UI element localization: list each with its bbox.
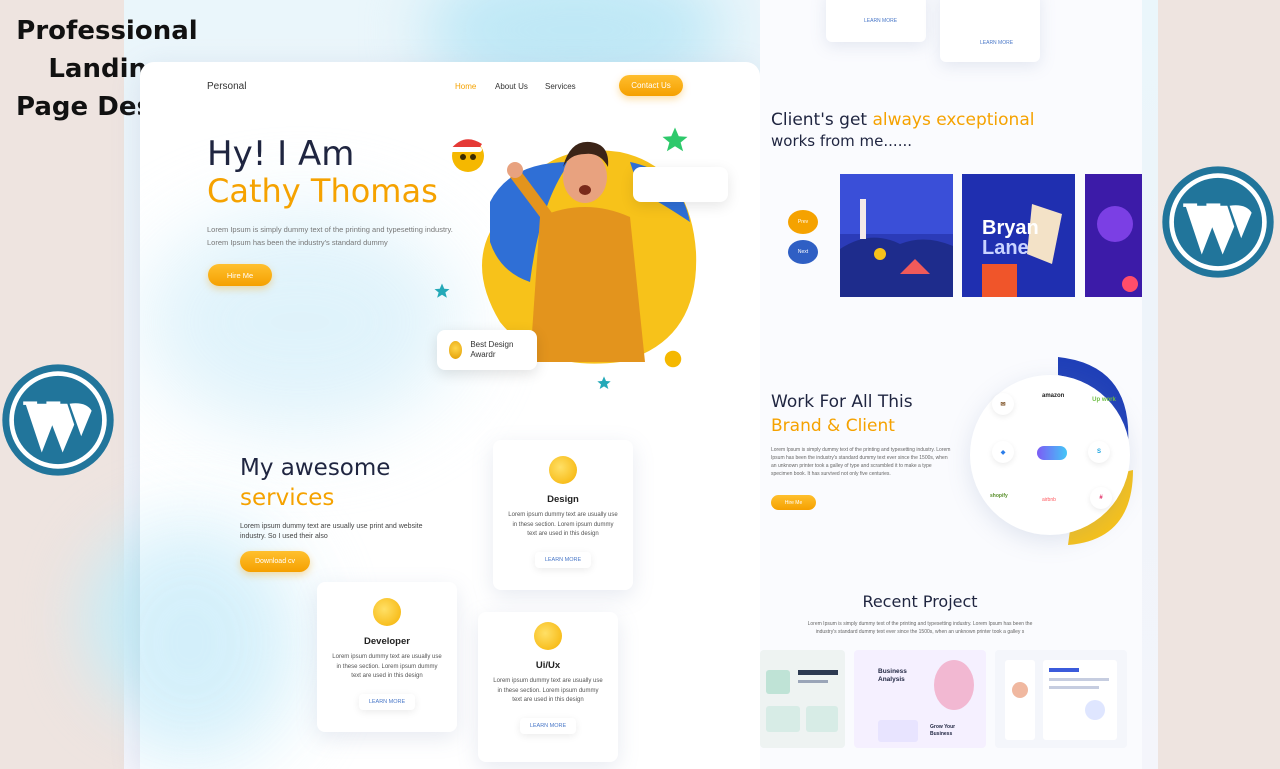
reindeer-emoji-icon <box>534 622 562 650</box>
star-icon <box>662 127 688 152</box>
landing-page-continuation: LEARN MORE LEARN MORE Client's get alway… <box>760 0 1142 769</box>
dropbox-icon: ◆ <box>992 441 1014 463</box>
hero-description: Lorem Ipsum is simply dummy text of the … <box>207 225 453 247</box>
nav-about[interactable]: About Us <box>495 82 528 91</box>
service-description: Lorem ipsum dummy text are usually use i… <box>493 678 603 703</box>
learn-more-button[interactable]: LEARN MORE <box>519 717 577 734</box>
service-card: LEARN MORE <box>826 0 926 42</box>
nav-services[interactable]: Services <box>545 82 576 91</box>
medal-icon <box>449 341 463 359</box>
emoji-icon <box>664 350 682 368</box>
project-avatar <box>934 660 974 710</box>
service-title: Design <box>547 494 579 505</box>
recent-project-heading: Recent Project <box>862 592 978 611</box>
wordpress-logo <box>2 364 114 476</box>
mailchimp-icon: ✉ <box>992 393 1014 415</box>
project-image-dashboard <box>995 650 1127 748</box>
hire-me-button[interactable]: Hire Me <box>771 495 816 510</box>
service-description: Lorem ipsum dummy text are usually use i… <box>332 654 442 679</box>
award-label: Best Design Awardr <box>470 340 514 359</box>
portfolio-image-purple <box>1085 174 1142 297</box>
santa-emoji-icon <box>450 139 484 172</box>
service-title: Developer <box>364 636 410 647</box>
learn-more-button[interactable]: LEARN MORE <box>864 18 897 24</box>
hire-me-button[interactable]: Hire Me <box>208 264 272 286</box>
services-heading-accent: services <box>240 485 335 511</box>
landing-page-mockup: Personal Home About Us Services Contact … <box>140 62 760 769</box>
shopify-logo: shopify <box>990 493 1008 499</box>
hero-greeting: Hy! I Am <box>207 134 355 174</box>
service-card-uiux: Ui/Ux Lorem ipsum dummy text are usually… <box>478 612 618 762</box>
work-description: Lorem Ipsum is simply dummy text of the … <box>771 447 951 477</box>
learn-more-button[interactable]: LEARN MORE <box>358 693 416 710</box>
learn-more-button[interactable]: LEARN MORE <box>534 551 592 568</box>
site-logo[interactable]: Personal <box>207 81 246 92</box>
learn-more-button[interactable]: LEARN MORE <box>980 40 1013 46</box>
star-icon <box>597 376 611 389</box>
work-heading-accent: Brand & Client <box>771 416 895 436</box>
clients-subheading: works from me...... <box>771 132 913 150</box>
service-title: Ui/Ux <box>535 660 561 671</box>
portfolio-image-landscape <box>840 174 953 297</box>
contact-button[interactable]: Contact Us <box>619 75 683 96</box>
nav-home[interactable]: Home <box>455 82 476 91</box>
service-description: Lorem ipsum dummy text are usually use i… <box>508 512 618 537</box>
award-badge: Best Design Awardr <box>437 330 537 370</box>
next-button[interactable]: Next <box>788 240 818 264</box>
airbnb-logo: airbnb <box>1042 497 1056 503</box>
brand-logo-circle: ✉ amazon Up work ◆ S shopify airbnb # <box>970 375 1130 535</box>
star-icon <box>434 283 450 298</box>
project-widget <box>878 720 918 742</box>
clients-heading: Client's get always exceptional <box>771 110 1035 130</box>
amazon-logo: amazon <box>1042 393 1065 399</box>
toggle-icon <box>1037 446 1067 460</box>
wordpress-logo <box>1162 166 1274 278</box>
project-image-illustration <box>760 650 845 748</box>
work-heading: Work For All This <box>771 392 913 412</box>
right-margin <box>1158 0 1280 769</box>
portfolio-brand-line1: Bryan <box>982 217 1039 239</box>
download-cv-button[interactable]: Download cv <box>240 551 310 572</box>
slack-icon: # <box>1090 487 1112 509</box>
floating-card <box>633 167 728 202</box>
prev-button[interactable]: Prev <box>788 210 818 234</box>
skype-icon: S <box>1088 441 1110 463</box>
services-heading: My awesome <box>240 455 391 481</box>
project-thumbnail <box>760 650 845 748</box>
hero-name: Cathy Thomas <box>207 172 438 210</box>
services-description: Lorem ipsum dummy text are usually use p… <box>240 523 423 540</box>
santa-emoji-icon <box>549 456 577 484</box>
upwork-logo: Up work <box>1092 397 1116 403</box>
project-thumbnail-dashboard <box>995 650 1127 748</box>
portfolio-image-bryan-lane: Bryan Lane <box>962 174 1075 297</box>
service-card-developer: Developer Lorem ipsum dummy text are usu… <box>317 582 457 732</box>
portfolio-brand-line2: Lane <box>982 237 1029 259</box>
service-card: LEARN MORE <box>940 0 1040 62</box>
project-title: Business Analysis <box>878 668 907 683</box>
service-card-design: Design Lorem ipsum dummy text are usuall… <box>493 440 633 590</box>
project-thumbnail-business: Business Analysis Grow Your Business <box>854 650 986 748</box>
recent-project-description: Lorem Ipsum is simply dummy text of the … <box>807 621 1033 635</box>
headphones-emoji-icon <box>373 598 401 626</box>
project-subtitle: Grow Your Business <box>930 724 956 737</box>
